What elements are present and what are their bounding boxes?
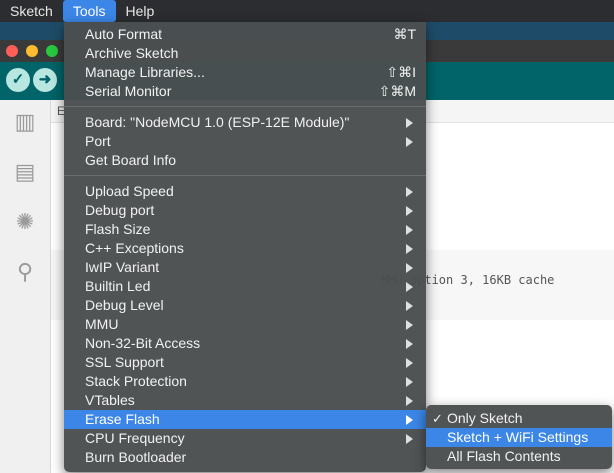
- menu-item-label: C++ Exceptions: [85, 240, 184, 256]
- submenu-arrow-icon: [406, 206, 413, 216]
- minimize-window-button[interactable]: [26, 45, 38, 57]
- arrow-right-icon: ➜: [38, 71, 52, 88]
- menu-item-burn-bootloader[interactable]: Burn Bootloader: [64, 448, 426, 467]
- menu-item-cpu-frequency[interactable]: CPU Frequency: [64, 429, 426, 448]
- menu-item-label: Port: [85, 133, 111, 149]
- submenu-arrow-icon: [406, 415, 413, 425]
- menu-item-flash-size[interactable]: Flash Size: [64, 220, 426, 239]
- menu-item-label: Non-32-Bit Access: [85, 335, 201, 351]
- menu-item-label: CPU Frequency: [85, 430, 185, 446]
- shortcut-label: ⇧⌘M: [378, 83, 416, 99]
- verify-button[interactable]: ✓: [6, 68, 30, 92]
- menu-item-label: Auto Format: [85, 26, 163, 42]
- menu-item-label: Erase Flash: [85, 411, 160, 427]
- board-icon[interactable]: ▥: [11, 108, 39, 136]
- menu-item-label: Upload Speed: [85, 183, 174, 199]
- search-icon[interactable]: ⚲: [11, 258, 39, 286]
- menu-item-label: Manage Libraries...: [85, 64, 205, 80]
- menu-item-label: Debug Level: [85, 297, 164, 313]
- submenu-arrow-icon: [406, 187, 413, 197]
- erase-flash-submenu: ✓ Only Sketch Sketch + WiFi Settings All…: [426, 405, 612, 469]
- menu-item-stack-protection[interactable]: Stack Protection: [64, 372, 426, 391]
- check-icon: ✓: [11, 71, 25, 88]
- menu-item-label: Stack Protection: [85, 373, 187, 389]
- menu-item-label: Board: "NodeMCU 1.0 (ESP-12E Module)": [85, 114, 350, 130]
- menu-item-debug-port[interactable]: Debug port: [64, 201, 426, 220]
- menu-item-get-board-info[interactable]: Get Board Info: [64, 151, 426, 170]
- menu-bar: Sketch Tools Help: [0, 0, 614, 22]
- menu-item-label: Burn Bootloader: [85, 449, 187, 465]
- menu-item-label: Get Board Info: [85, 152, 177, 168]
- menu-separator: [64, 106, 426, 107]
- submenu-arrow-icon: [406, 225, 413, 235]
- menu-item-serial-monitor[interactable]: Serial Monitor ⇧⌘M: [64, 82, 426, 101]
- submenu-item-all-flash-contents[interactable]: All Flash Contents: [426, 447, 612, 466]
- menu-item-board[interactable]: Board: "NodeMCU 1.0 (ESP-12E Module)": [64, 113, 426, 132]
- menu-item-debug-level[interactable]: Debug Level: [64, 296, 426, 315]
- tools-menu: Auto Format ⌘T Archive Sketch Manage Lib…: [64, 22, 426, 472]
- menu-tools[interactable]: Tools: [62, 0, 116, 22]
- checkmark-icon: ✓: [432, 411, 443, 426]
- submenu-arrow-icon: [406, 244, 413, 254]
- submenu-arrow-icon: [406, 377, 413, 387]
- submenu-item-label: Sketch + WiFi Settings: [447, 429, 589, 445]
- submenu-arrow-icon: [406, 301, 413, 311]
- menu-item-upload-speed[interactable]: Upload Speed: [64, 182, 426, 201]
- menu-item-label: IwIP Variant: [85, 259, 160, 275]
- menu-item-archive-sketch[interactable]: Archive Sketch: [64, 44, 426, 63]
- close-window-button[interactable]: [6, 45, 18, 57]
- submenu-arrow-icon: [406, 396, 413, 406]
- menu-item-label: Archive Sketch: [85, 45, 179, 61]
- submenu-item-only-sketch[interactable]: ✓ Only Sketch: [426, 409, 612, 428]
- shortcut-label: ⇧⌘I: [386, 64, 416, 80]
- submenu-arrow-icon: [406, 320, 413, 330]
- menu-item-label: Flash Size: [85, 221, 151, 237]
- submenu-arrow-icon: [406, 137, 413, 147]
- menu-item-label: Serial Monitor: [85, 83, 172, 99]
- submenu-item-label: All Flash Contents: [447, 448, 561, 464]
- submenu-arrow-icon: [406, 434, 413, 444]
- shortcut-label: ⌘T: [393, 26, 416, 42]
- submenu-arrow-icon: [406, 358, 413, 368]
- menu-separator: [64, 175, 426, 176]
- library-icon[interactable]: ▤: [11, 158, 39, 186]
- submenu-arrow-icon: [406, 282, 413, 292]
- menu-item-non-32-bit-access[interactable]: Non-32-Bit Access: [64, 334, 426, 353]
- menu-item-iwip-variant[interactable]: IwIP Variant: [64, 258, 426, 277]
- menu-item-label: VTables: [85, 392, 135, 408]
- submenu-item-label: Only Sketch: [447, 410, 523, 426]
- zoom-window-button[interactable]: [46, 45, 58, 57]
- upload-button[interactable]: ➜: [33, 68, 57, 92]
- menu-item-manage-libraries[interactable]: Manage Libraries... ⇧⌘I: [64, 63, 426, 82]
- menu-item-port[interactable]: Port: [64, 132, 426, 151]
- menu-help[interactable]: Help: [116, 0, 165, 22]
- menu-item-mmu[interactable]: MMU: [64, 315, 426, 334]
- submenu-arrow-icon: [406, 118, 413, 128]
- menu-item-auto-format[interactable]: Auto Format ⌘T: [64, 25, 426, 44]
- menu-item-label: MMU: [85, 316, 119, 332]
- submenu-item-sketch-wifi-settings[interactable]: Sketch + WiFi Settings: [426, 428, 612, 447]
- menu-item-label: Builtin Led: [85, 278, 151, 294]
- submenu-arrow-icon: [406, 339, 413, 349]
- submenu-arrow-icon: [406, 263, 413, 273]
- debug-icon[interactable]: ✺: [11, 208, 39, 236]
- menu-item-vtables[interactable]: VTables: [64, 391, 426, 410]
- menu-item-cpp-exceptions[interactable]: C++ Exceptions: [64, 239, 426, 258]
- menu-sketch[interactable]: Sketch: [0, 0, 63, 22]
- sidebar: ▥ ▤ ✺ ⚲: [0, 100, 51, 473]
- menu-item-label: SSL Support: [85, 354, 164, 370]
- menu-item-builtin-led[interactable]: Builtin Led: [64, 277, 426, 296]
- menu-item-label: Debug port: [85, 202, 155, 218]
- menu-item-ssl-support[interactable]: SSL Support: [64, 353, 426, 372]
- menu-item-erase-flash[interactable]: Erase Flash: [64, 410, 426, 429]
